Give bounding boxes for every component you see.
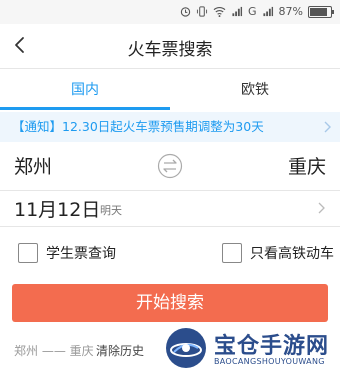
vibrate-icon xyxy=(196,6,208,17)
page-title: 火车票搜索 xyxy=(127,40,213,60)
swap-icon[interactable] xyxy=(157,153,183,179)
signal-icon xyxy=(232,6,243,17)
wifi-icon xyxy=(213,6,226,17)
watermark: 宝仓手游网 BAOCANGSHOUYOUWANG xyxy=(162,324,340,372)
clear-history-button[interactable]: 清除历史 xyxy=(96,342,144,359)
departure-date: 11月12日 xyxy=(14,199,101,221)
tab-domestic[interactable]: 国内 xyxy=(0,70,170,110)
high-speed-only-checkbox[interactable] xyxy=(222,243,242,263)
alarm-icon xyxy=(180,7,191,17)
student-ticket-checkbox[interactable] xyxy=(18,243,38,263)
tab-europe-rail[interactable]: 欧铁 xyxy=(170,70,340,110)
arrival-station[interactable]: 重庆 xyxy=(288,152,326,179)
tab-bar: 国内 欧铁 xyxy=(0,70,340,110)
route-selector: 郑州 重庆 xyxy=(0,142,340,191)
status-bar: G 87% xyxy=(0,0,340,24)
tab-label: 欧铁 xyxy=(241,82,269,98)
high-speed-only-label: 只看高铁动车 xyxy=(250,246,334,262)
watermark-text: 宝仓手游网 xyxy=(214,334,330,359)
chevron-right-icon xyxy=(318,202,325,214)
start-search-button[interactable]: 开始搜索 xyxy=(12,284,328,322)
g-network-icon: G xyxy=(248,5,257,18)
relative-day: 明天 xyxy=(100,204,122,217)
history-item[interactable]: 郑州 —— 重庆 xyxy=(14,342,94,359)
student-ticket-option[interactable]: 学生票查询 xyxy=(18,242,116,264)
notice-banner[interactable]: 【通知】12.30日起火车票预售期调整为30天 xyxy=(0,112,340,142)
tab-indicator xyxy=(0,107,170,110)
watermark-logo xyxy=(166,328,206,368)
notice-text: 【通知】12.30日起火车票预售期调整为30天 xyxy=(12,119,264,134)
tab-label: 国内 xyxy=(71,82,99,98)
departure-station[interactable]: 郑州 xyxy=(14,152,52,179)
battery-percent: 87% xyxy=(278,5,303,18)
high-speed-only-option[interactable]: 只看高铁动车 xyxy=(222,242,334,264)
battery-icon xyxy=(308,5,334,18)
header: 火车票搜索 xyxy=(0,24,340,69)
date-selector[interactable]: 11月12日 明天 xyxy=(0,190,340,227)
chevron-right-icon xyxy=(324,121,331,133)
watermark-subtext: BAOCANGSHOUYOUWANG xyxy=(214,357,325,366)
signal-icon xyxy=(262,6,273,17)
student-ticket-label: 学生票查询 xyxy=(46,246,116,262)
